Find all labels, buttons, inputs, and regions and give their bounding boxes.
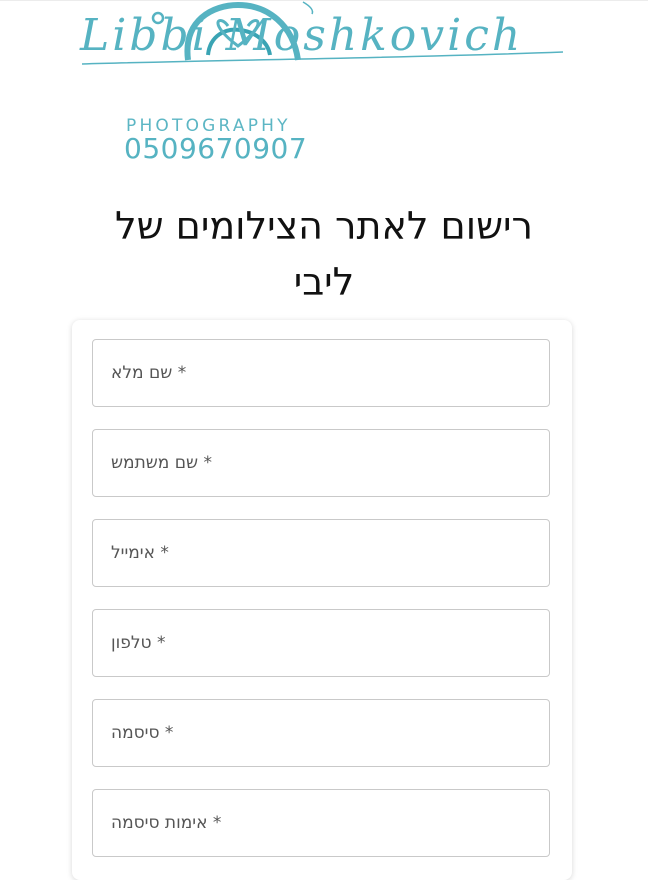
phone-placeholder: * טלפון [111,633,166,653]
password-field[interactable]: * סיסמה [92,699,550,767]
logo-phone-number: 0509670907 [124,132,308,165]
username-field[interactable]: * שם משתמש [92,429,550,497]
page-title: רישום לאתר הצילומים של ליבי [115,204,533,304]
brand-logo: Libbi Moshkovich PHOTOGRAPHY 0509670907 [78,0,568,170]
logo-script-text: Libbi Moshkovich [79,10,564,65]
full-name-placeholder: * שם מלא [111,363,187,383]
confirm-password-field[interactable]: * אימות סיסמה [92,789,550,857]
confirm-password-placeholder: * אימות סיסמה [111,813,222,833]
phone-field[interactable]: * טלפון [92,609,550,677]
full-name-field[interactable]: * שם מלא [92,339,550,407]
email-field[interactable]: * אימייל [92,519,550,587]
svg-text:Libbi Moshkovich: Libbi Moshkovich [79,10,523,61]
username-placeholder: * שם משתמש [111,453,212,473]
registration-form: * שם מלא * שם משתמש * אימייל * טלפון * ס… [72,320,572,880]
email-placeholder: * אימייל [111,543,169,563]
password-placeholder: * סיסמה [111,723,174,743]
